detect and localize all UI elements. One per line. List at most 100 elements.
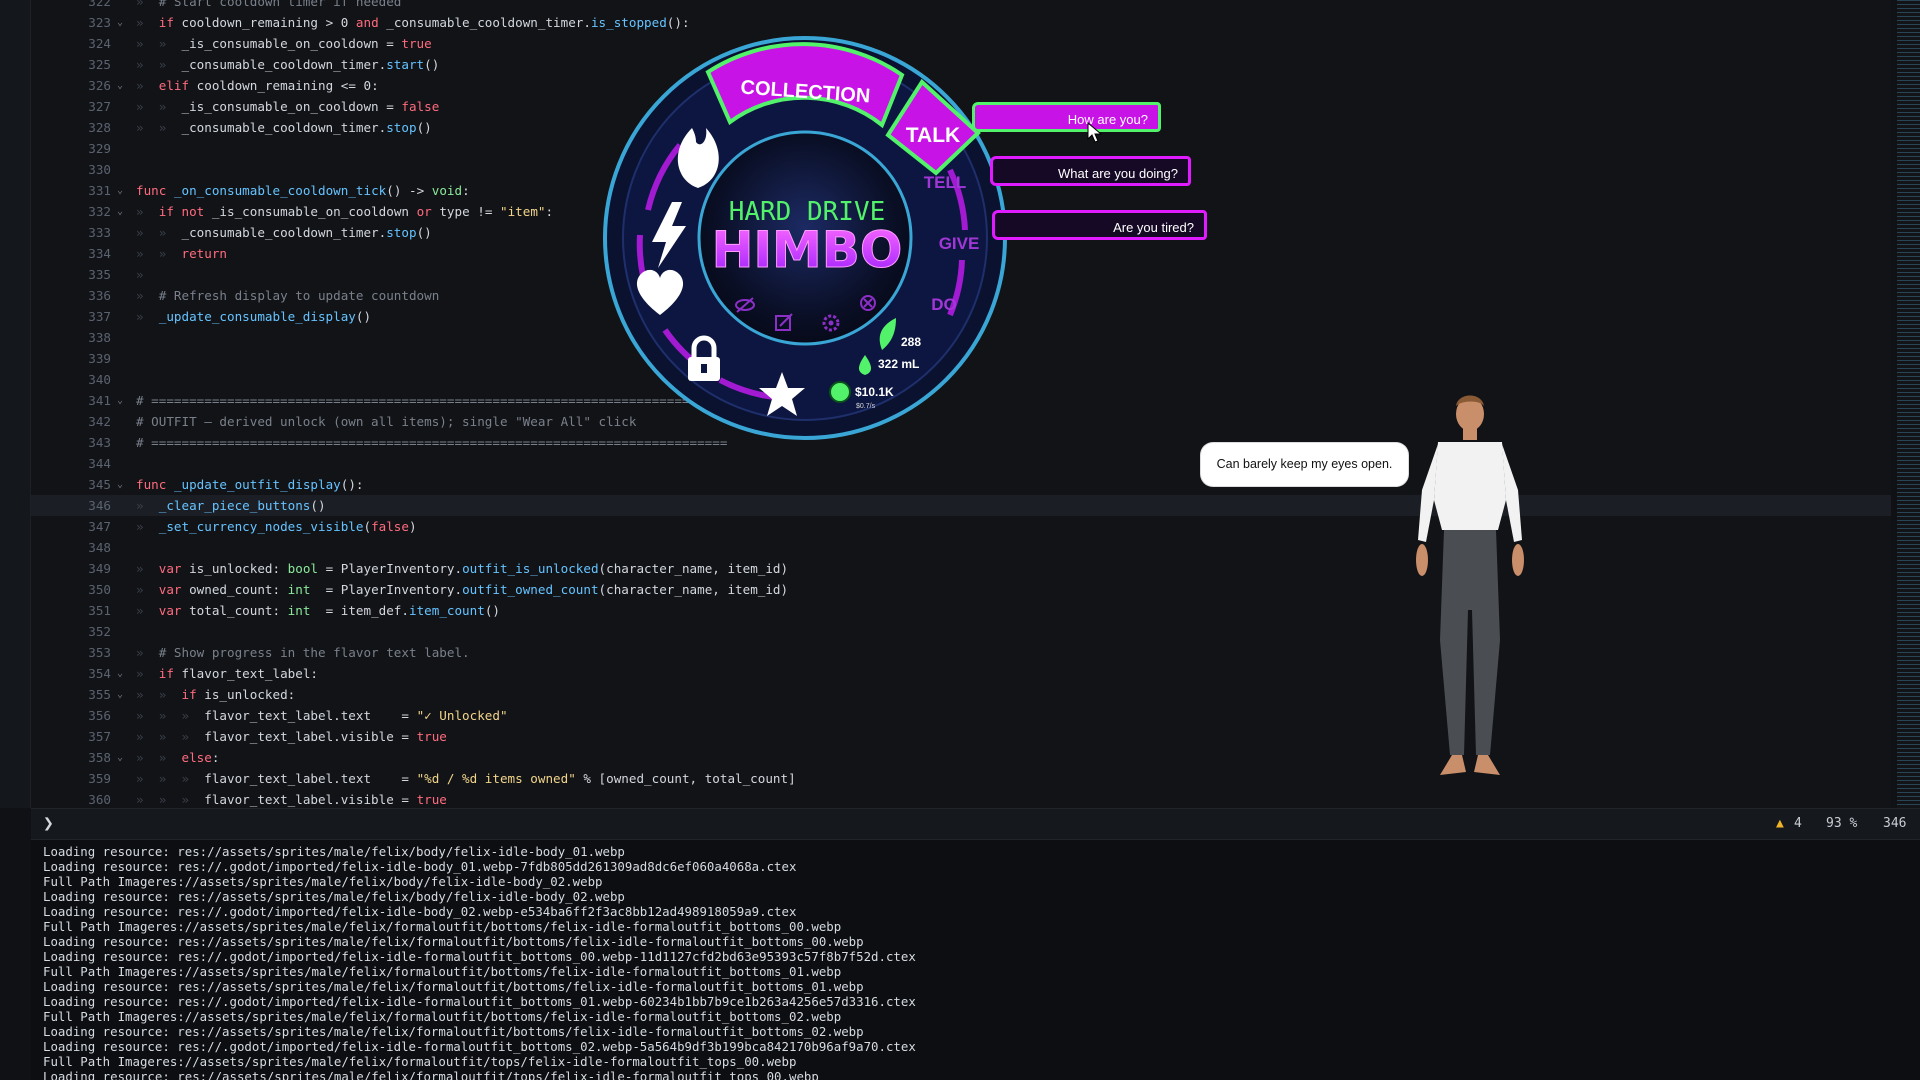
line-number[interactable]: 348 xyxy=(31,537,111,558)
line-number[interactable]: 343 xyxy=(31,432,111,453)
code-line[interactable]: 351 » var total_count: int = item_def.ite… xyxy=(31,600,1891,621)
line-number[interactable]: 339 xyxy=(31,348,111,369)
line-number[interactable]: 353 xyxy=(31,642,111,663)
code-line[interactable]: 346 » _clear_piece_buttons() xyxy=(31,495,1891,516)
code-line[interactable]: 357 » » » flavor_text_label.visible = tru… xyxy=(31,726,1891,747)
line-number[interactable]: 357 xyxy=(31,726,111,747)
code-text[interactable]: » » _consumable_cooldown_timer.stop() xyxy=(136,117,432,138)
fold-chevron-icon[interactable]: ⌄ xyxy=(117,663,129,684)
fold-chevron-icon[interactable]: ⌄ xyxy=(117,201,129,222)
code-line[interactable]: 348 xyxy=(31,537,1891,558)
tab-tell[interactable]: TELL xyxy=(924,173,967,192)
line-number[interactable]: 345 xyxy=(31,474,111,495)
line-number[interactable]: 351 xyxy=(31,600,111,621)
line-number[interactable]: 324 xyxy=(31,33,111,54)
code-line[interactable]: 345 ⌄ func _update_outfit_display(): xyxy=(31,474,1891,495)
line-number[interactable]: 326 xyxy=(31,75,111,96)
code-line[interactable]: 344 xyxy=(31,453,1891,474)
line-number[interactable]: 349 xyxy=(31,558,111,579)
line-number[interactable]: 355 xyxy=(31,684,111,705)
zoom-level[interactable]: 93 % xyxy=(1826,809,1857,839)
code-text[interactable]: func _update_outfit_display(): xyxy=(136,474,364,495)
code-text[interactable]: » » » flavor_text_label.text = "✓ Unlock… xyxy=(136,705,508,726)
talk-option-how-are-you[interactable]: How are you? xyxy=(972,102,1161,132)
code-text[interactable]: func _on_consumable_cooldown_tick() -> v… xyxy=(136,180,470,201)
fold-chevron-icon[interactable]: ⌄ xyxy=(117,474,129,495)
code-line[interactable]: 349 » var is_unlocked: bool = PlayerInven… xyxy=(31,558,1891,579)
fold-chevron-icon[interactable]: ⌄ xyxy=(117,12,129,33)
line-number[interactable]: 359 xyxy=(31,768,111,789)
code-text[interactable]: # OUTFIT — derived unlock (own all items… xyxy=(136,411,636,432)
character-sprite[interactable] xyxy=(1400,390,1540,790)
line-number[interactable]: 338 xyxy=(31,327,111,348)
tab-do[interactable]: DO xyxy=(931,295,957,314)
code-line[interactable]: 350 » var owned_count: int = PlayerInvent… xyxy=(31,579,1891,600)
minimap[interactable] xyxy=(1897,0,1920,808)
line-number[interactable]: 358 xyxy=(31,747,111,768)
code-text[interactable]: » if not _is_consumable_on_cooldown or t… xyxy=(136,201,553,222)
line-number[interactable]: 332 xyxy=(31,201,111,222)
fold-chevron-icon[interactable]: ⌄ xyxy=(117,747,129,768)
line-number[interactable]: 327 xyxy=(31,96,111,117)
line-number[interactable]: 323 xyxy=(31,12,111,33)
code-text[interactable]: » » else: xyxy=(136,747,219,768)
code-line[interactable]: 352 xyxy=(31,621,1891,642)
code-text[interactable]: » var total_count: int = item_def.item_c… xyxy=(136,600,500,621)
code-line[interactable]: 354 ⌄ » if flavor_text_label: xyxy=(31,663,1891,684)
code-text[interactable]: » » return xyxy=(136,243,227,264)
line-number[interactable]: 356 xyxy=(31,705,111,726)
code-line[interactable]: 356 » » » flavor_text_label.text = "✓ Unl… xyxy=(31,705,1891,726)
code-line[interactable]: 353 » # Show progress in the flavor text … xyxy=(31,642,1891,663)
line-number[interactable]: 346 xyxy=(31,495,111,516)
code-text[interactable]: » » _consumable_cooldown_timer.start() xyxy=(136,54,439,75)
line-number[interactable]: 335 xyxy=(31,264,111,285)
line-number[interactable]: 333 xyxy=(31,222,111,243)
code-text[interactable]: » _clear_piece_buttons() xyxy=(136,495,326,516)
code-text[interactable]: » xyxy=(136,264,159,285)
line-number[interactable]: 350 xyxy=(31,579,111,600)
line-number[interactable]: 342 xyxy=(31,411,111,432)
line-number[interactable]: 328 xyxy=(31,117,111,138)
line-number[interactable]: 352 xyxy=(31,621,111,642)
code-text[interactable]: » » _consumable_cooldown_timer.stop() xyxy=(136,222,432,243)
code-text[interactable]: » » _is_consumable_on_cooldown = false xyxy=(136,96,439,117)
code-text[interactable]: » var is_unlocked: bool = PlayerInventor… xyxy=(136,558,788,579)
code-text[interactable]: » » » flavor_text_label.visible = true xyxy=(136,789,447,808)
line-number[interactable]: 336 xyxy=(31,285,111,306)
line-number[interactable]: 330 xyxy=(31,159,111,180)
fold-chevron-icon[interactable]: ⌄ xyxy=(117,75,129,96)
code-text[interactable]: » # Refresh display to update countdown xyxy=(136,285,439,306)
line-number[interactable]: 325 xyxy=(31,54,111,75)
fold-chevron-icon[interactable]: ⌄ xyxy=(117,180,129,201)
code-text[interactable]: » elif cooldown_remaining <= 0: xyxy=(136,75,379,96)
talk-option-what-are-you-doing[interactable]: What are you doing? xyxy=(990,156,1191,186)
line-number[interactable]: 354 xyxy=(31,663,111,684)
line-number[interactable]: 331 xyxy=(31,180,111,201)
warning-count[interactable]: 4 xyxy=(1794,809,1802,839)
line-number[interactable]: 334 xyxy=(31,243,111,264)
code-text[interactable]: » # Start cooldown timer if needed xyxy=(136,0,401,12)
line-number[interactable]: 322 xyxy=(31,0,111,12)
code-text[interactable]: » » if is_unlocked: xyxy=(136,684,295,705)
line-number[interactable]: 340 xyxy=(31,369,111,390)
tab-give[interactable]: GIVE xyxy=(939,234,980,253)
talk-option-are-you-tired[interactable]: Are you tired? xyxy=(992,210,1207,240)
code-line[interactable]: 355 ⌄ » » if is_unlocked: xyxy=(31,684,1891,705)
code-text[interactable]: » var owned_count: int = PlayerInventory… xyxy=(136,579,788,600)
code-text[interactable]: » # Show progress in the flavor text lab… xyxy=(136,642,470,663)
line-number[interactable]: 329 xyxy=(31,138,111,159)
code-text[interactable]: » _set_currency_nodes_visible(false) xyxy=(136,516,417,537)
code-text[interactable]: » _update_consumable_display() xyxy=(136,306,371,327)
code-line[interactable]: 347 » _set_currency_nodes_visible(false) xyxy=(31,516,1891,537)
code-text[interactable]: » » » flavor_text_label.visible = true xyxy=(136,726,447,747)
line-number[interactable]: 344 xyxy=(31,453,111,474)
fold-chevron-icon[interactable]: ⌄ xyxy=(117,390,129,411)
output-panel[interactable]: Loading resource: res://assets/sprites/m… xyxy=(31,840,1920,1080)
line-number[interactable]: 347 xyxy=(31,516,111,537)
code-line[interactable]: 322 » # Start cooldown timer if needed xyxy=(31,0,1891,12)
code-text[interactable]: » » » flavor_text_label.text = "%d / %d … xyxy=(136,768,796,789)
code-line[interactable]: 360 » » » flavor_text_label.visible = tru… xyxy=(31,789,1891,808)
line-number[interactable]: 341 xyxy=(31,390,111,411)
code-text[interactable]: » » _is_consumable_on_cooldown = true xyxy=(136,33,432,54)
code-line[interactable]: 358 ⌄ » » else: xyxy=(31,747,1891,768)
